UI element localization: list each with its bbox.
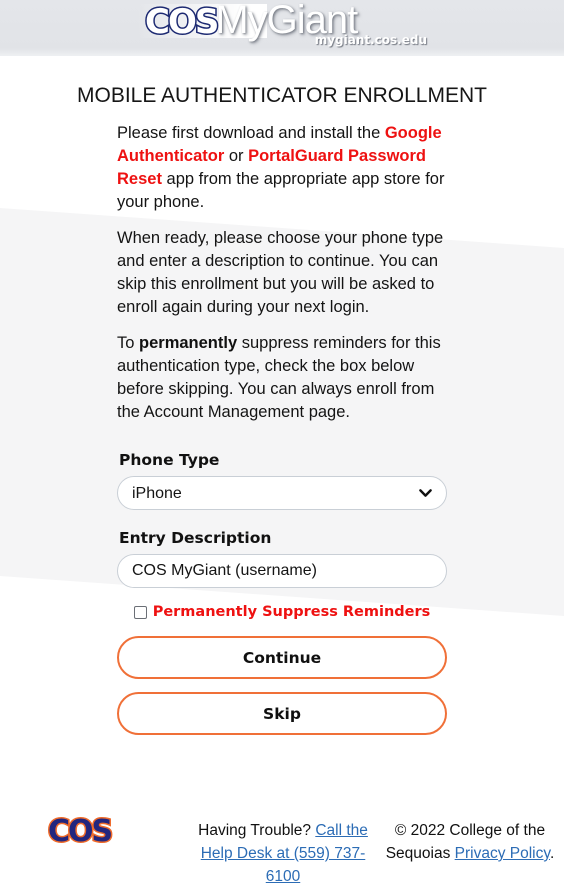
suppress-reminders-checkbox[interactable] — [133, 605, 147, 619]
having-trouble-text: Having Trouble? — [198, 822, 316, 839]
skip-button[interactable]: Skip — [117, 692, 447, 735]
field-spacer — [117, 510, 447, 529]
suppress-reminders-row: Permanently Suppress Reminders — [117, 604, 447, 620]
privacy-policy-link[interactable]: Privacy Policy — [455, 845, 550, 862]
footer-copyright-column: © 2022 College of the Sequoias Privacy P… — [376, 800, 558, 865]
entry-description-label: Entry Description — [119, 529, 272, 547]
page-title: MOBILE AUTHENTICATOR ENROLLMENT — [77, 84, 487, 107]
brand-logo[interactable]: COSMyGiant mygiant.cos.edu — [137, 0, 427, 56]
logo-url-text: mygiant.cos.edu — [314, 33, 427, 47]
entry-description-input[interactable] — [117, 554, 447, 588]
footer-help-column: Having Trouble? Call the Help Desk at (5… — [190, 800, 376, 888]
instruction-paragraph-suppress: To permanently suppress reminders for th… — [117, 332, 447, 424]
suppress-reminders-label[interactable]: Permanently Suppress Reminders — [153, 604, 431, 620]
enrollment-form: Phone Type iPhoneAndroidOther Entry Desc… — [117, 437, 447, 588]
continue-button[interactable]: Continue — [117, 636, 447, 679]
site-header: COSMyGiant mygiant.cos.edu — [0, 0, 564, 56]
phone-type-select[interactable]: iPhoneAndroidOther — [117, 476, 447, 510]
permanently-emphasis: permanently — [139, 334, 238, 352]
footer-logo: COS — [0, 800, 190, 851]
download-text-part2: or — [224, 147, 249, 165]
download-text-part3: app from the appropriate app store for y… — [117, 170, 445, 211]
suppress-text-part1: To — [117, 334, 140, 352]
phone-type-select-wrapper: iPhoneAndroidOther — [117, 476, 447, 510]
instruction-paragraph-download: Please first download and install the Go… — [117, 122, 447, 214]
download-text-part1: Please first download and install the — [117, 124, 385, 142]
logo-cos-text: COS — [143, 1, 220, 44]
main-content: MOBILE AUTHENTICATOR ENROLLMENT Please f… — [0, 56, 564, 735]
instructions-block: Please first download and install the Go… — [117, 108, 447, 424]
footer-cos-text: COS — [46, 813, 114, 851]
site-footer: COS Having Trouble? Call the Help Desk a… — [0, 800, 564, 888]
copyright-period: . — [549, 845, 555, 862]
phone-type-label: Phone Type — [119, 451, 220, 469]
instruction-paragraph-ready: When ready, please choose your phone typ… — [117, 229, 444, 316]
